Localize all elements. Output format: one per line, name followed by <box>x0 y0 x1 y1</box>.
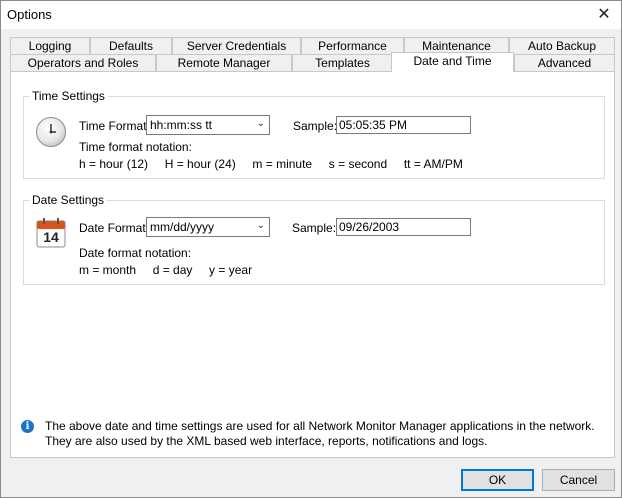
date-format-label: Date Format: <box>79 221 150 235</box>
chevron-down-icon: ⌄ <box>256 220 265 231</box>
time-settings-label: Time Settings <box>29 89 108 103</box>
cancel-button[interactable]: Cancel <box>542 469 615 491</box>
title-bar: Options ✕ <box>1 1 621 29</box>
date-format-select[interactable]: mm/dd/yyyy ⌄ <box>146 217 270 237</box>
time-notation-text: h = hour (12) H = hour (24) m = minute s… <box>79 157 463 171</box>
tab-templates[interactable]: Templates <box>292 54 393 71</box>
time-format-select[interactable]: hh:mm:ss tt ⌄ <box>146 115 270 135</box>
ok-button[interactable]: OK <box>461 469 534 491</box>
tab-operators-and-roles[interactable]: Operators and Roles <box>10 54 156 71</box>
info-note: The above date and time settings are use… <box>45 419 595 448</box>
time-format-value: hh:mm:ss tt <box>150 118 213 132</box>
calendar-day: 14 <box>43 229 59 245</box>
calendar-icon: 14 <box>36 218 66 248</box>
date-format-value: mm/dd/yyyy <box>150 220 215 234</box>
tab-auto-backup[interactable]: Auto Backup <box>509 37 615 54</box>
tab-logging[interactable]: Logging <box>10 37 90 54</box>
date-settings-label: Date Settings <box>29 193 108 207</box>
close-button[interactable]: ✕ <box>587 1 621 29</box>
tab-defaults[interactable]: Defaults <box>90 37 172 54</box>
date-sample-label: Sample: <box>292 221 337 235</box>
date-notation-title: Date format notation: <box>79 246 192 260</box>
tab-advanced[interactable]: Advanced <box>514 54 615 71</box>
date-sample-value: 09/26/2003 <box>339 220 400 234</box>
chevron-down-icon: ⌄ <box>256 118 265 129</box>
tab-server-credentials[interactable]: Server Credentials <box>172 37 301 54</box>
date-sample-field[interactable]: 09/26/2003 <box>336 218 471 236</box>
tab-remote-manager[interactable]: Remote Manager <box>156 54 292 71</box>
info-icon: i <box>21 420 34 433</box>
tab-date-and-time[interactable]: Date and Time <box>391 52 514 72</box>
clock-icon <box>36 117 66 147</box>
date-notation-text: m = month d = day y = year <box>79 263 253 277</box>
time-format-label: Time Format: <box>79 119 150 133</box>
window-title: Options <box>7 7 52 22</box>
time-sample-field[interactable]: 05:05:35 PM <box>336 116 471 134</box>
time-notation-title: Time format notation: <box>79 140 192 154</box>
time-sample-label: Sample: <box>293 119 338 133</box>
tab-performance[interactable]: Performance <box>301 37 404 54</box>
time-sample-value: 05:05:35 PM <box>339 118 408 132</box>
options-window: Options ✕ Logging Defaults Server Creden… <box>0 0 622 498</box>
